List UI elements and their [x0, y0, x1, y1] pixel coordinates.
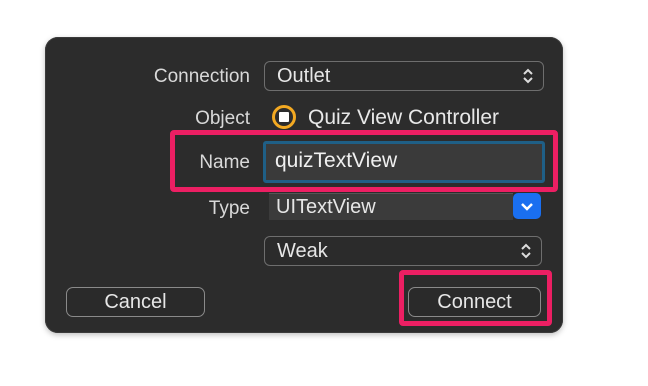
- connection-popup[interactable]: Outlet: [264, 61, 544, 91]
- name-field[interactable]: quizTextView: [263, 141, 545, 183]
- name-value: quizTextView: [275, 149, 398, 172]
- view-controller-icon: [272, 105, 296, 129]
- connection-value: Outlet: [277, 65, 331, 87]
- type-label: Type: [208, 198, 250, 219]
- object-value: Quiz View Controller: [308, 106, 500, 129]
- chevron-down-icon: [521, 203, 533, 211]
- chevron-up-down-icon: [521, 243, 531, 259]
- storage-value: Weak: [277, 240, 328, 262]
- type-value: UITextView: [276, 196, 376, 218]
- type-dropdown-button[interactable]: [513, 193, 541, 219]
- cancel-button[interactable]: Cancel: [66, 287, 205, 317]
- connect-button[interactable]: Connect: [408, 287, 541, 317]
- type-combo-field[interactable]: UITextView: [269, 193, 513, 220]
- chevron-up-down-icon: [523, 68, 533, 84]
- connection-label: Connection: [153, 66, 250, 87]
- storage-popup[interactable]: Weak: [264, 236, 542, 266]
- object-label: Object: [195, 108, 250, 129]
- name-label: Name: [199, 152, 250, 173]
